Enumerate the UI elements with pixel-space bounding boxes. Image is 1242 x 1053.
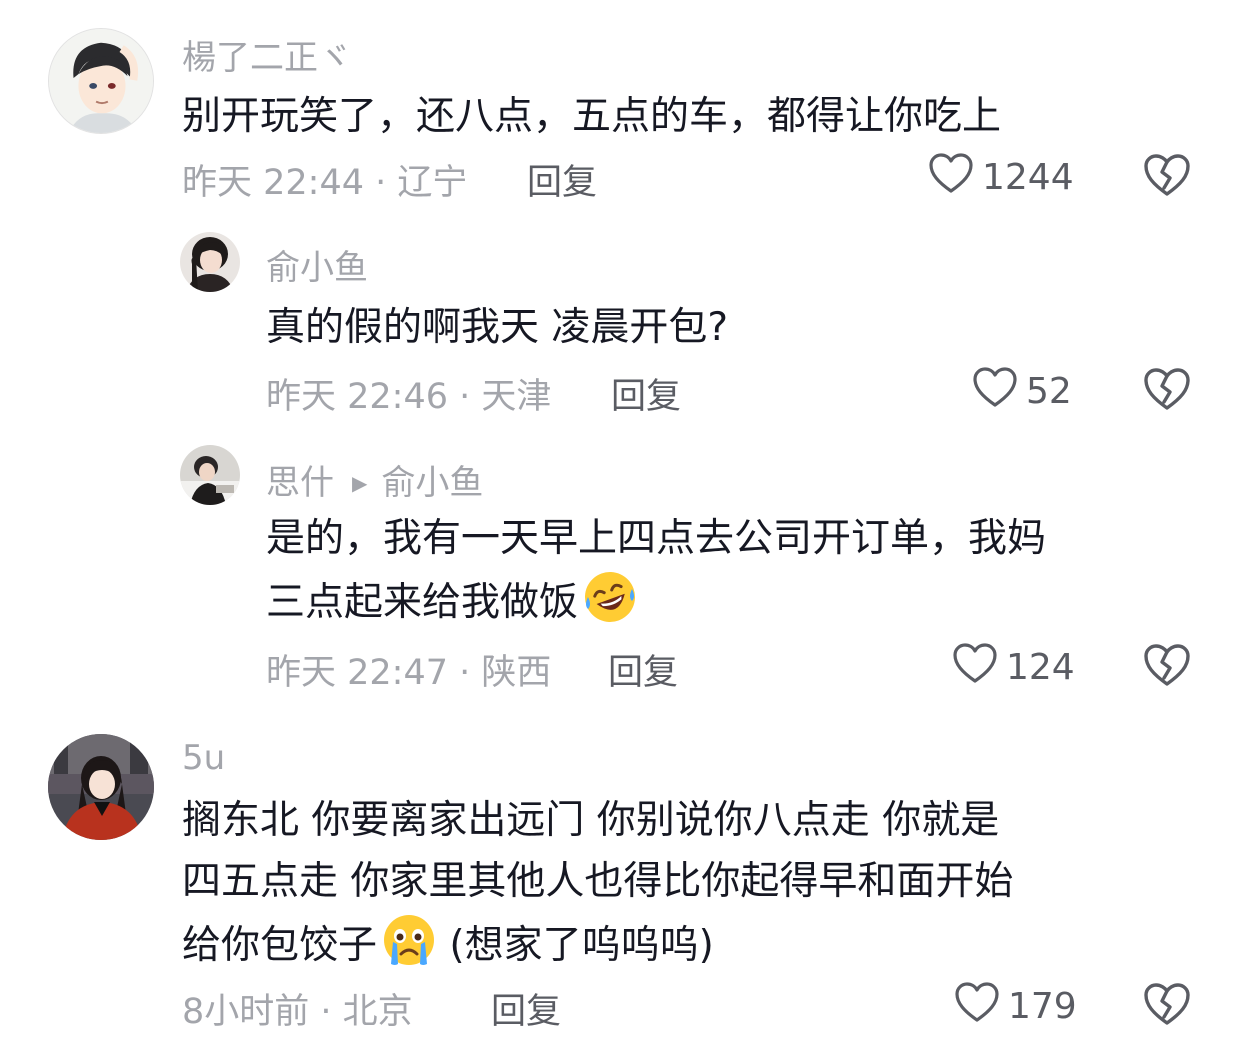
crying-emoji-icon: [381, 912, 437, 968]
comment-text: 别开玩笑了，还八点，五点的车，都得让你吃上: [182, 94, 1002, 139]
avatar[interactable]: [48, 28, 154, 134]
comment-username[interactable]: 楊了二正ヾ: [182, 30, 352, 79]
comment-meta: 昨天 22:44 · 辽宁: [182, 163, 468, 203]
comment-text-line: 四五点走 你家里其他人也得比你起得早和面开始: [182, 859, 1014, 904]
broken-heart-icon: [1142, 642, 1192, 688]
reply-button[interactable]: 回复: [527, 154, 597, 205]
comment-text-line: 搁东北 你要离家出远门 你别说你八点走 你就是: [182, 798, 1000, 843]
reply-target[interactable]: 俞小鱼: [381, 463, 483, 503]
play-arrow-icon: ▶: [352, 471, 368, 495]
comment-text: 真的假的啊我天 凌晨开包?: [266, 305, 729, 350]
like-count: 1244: [982, 157, 1074, 198]
avatar[interactable]: [48, 734, 154, 840]
comment-username[interactable]: 思什 ▶ 俞小鱼: [266, 455, 483, 504]
dislike-button[interactable]: [1142, 152, 1192, 198]
comment-meta: 昨天 22:46 · 天津: [266, 377, 552, 417]
rofl-emoji-icon: [582, 569, 638, 625]
comment-text-line: 给你包饺子 (想家了呜呜呜): [182, 912, 1182, 976]
like-button[interactable]: 52: [972, 366, 1072, 417]
comment-text: 是的，我有一天早上四点去公司开订单，我妈 三点起来给我做饭: [266, 508, 1186, 633]
dislike-button[interactable]: [1142, 642, 1192, 688]
like-count: 179: [1008, 986, 1077, 1027]
reply-button[interactable]: 回复: [611, 368, 681, 419]
reply-author[interactable]: 思什: [266, 463, 334, 503]
comment-text-line: 三点起来给我做饭: [266, 569, 1186, 633]
dislike-button[interactable]: [1142, 981, 1192, 1027]
like-button[interactable]: 179: [954, 981, 1077, 1032]
comment-username[interactable]: 俞小鱼: [266, 240, 368, 289]
reply-button[interactable]: 回复: [608, 644, 678, 695]
comment-text: 搁东北 你要离家出远门 你别说你八点走 你就是 四五点走 你家里其他人也得比你起…: [182, 790, 1182, 976]
like-count: 52: [1026, 371, 1072, 412]
broken-heart-icon: [1142, 152, 1192, 198]
comment-meta: 8小时前 · 北京: [182, 992, 413, 1032]
broken-heart-icon: [1142, 981, 1192, 1027]
comment-meta: 昨天 22:47 · 陕西: [266, 653, 552, 693]
comment-username[interactable]: 5u: [182, 738, 225, 778]
heart-outline-icon: [954, 981, 1008, 1032]
comment-text-segment: 三点起来给我做饭: [266, 580, 579, 625]
like-button[interactable]: 1244: [928, 152, 1074, 203]
avatar[interactable]: [180, 232, 240, 292]
comment-text-segment: 给你包饺子: [182, 923, 378, 968]
like-count: 124: [1006, 647, 1075, 688]
like-button[interactable]: 124: [952, 642, 1075, 693]
dislike-button[interactable]: [1142, 366, 1192, 412]
heart-outline-icon: [972, 366, 1026, 417]
avatar[interactable]: [180, 445, 240, 505]
broken-heart-icon: [1142, 366, 1192, 412]
comment-text-segment: (想家了呜呜呜): [437, 923, 714, 968]
heart-outline-icon: [952, 642, 1006, 693]
heart-outline-icon: [928, 152, 982, 203]
comment-text-line: 是的，我有一天早上四点去公司开订单，我妈: [266, 516, 1047, 561]
reply-button[interactable]: 回复: [491, 983, 561, 1034]
